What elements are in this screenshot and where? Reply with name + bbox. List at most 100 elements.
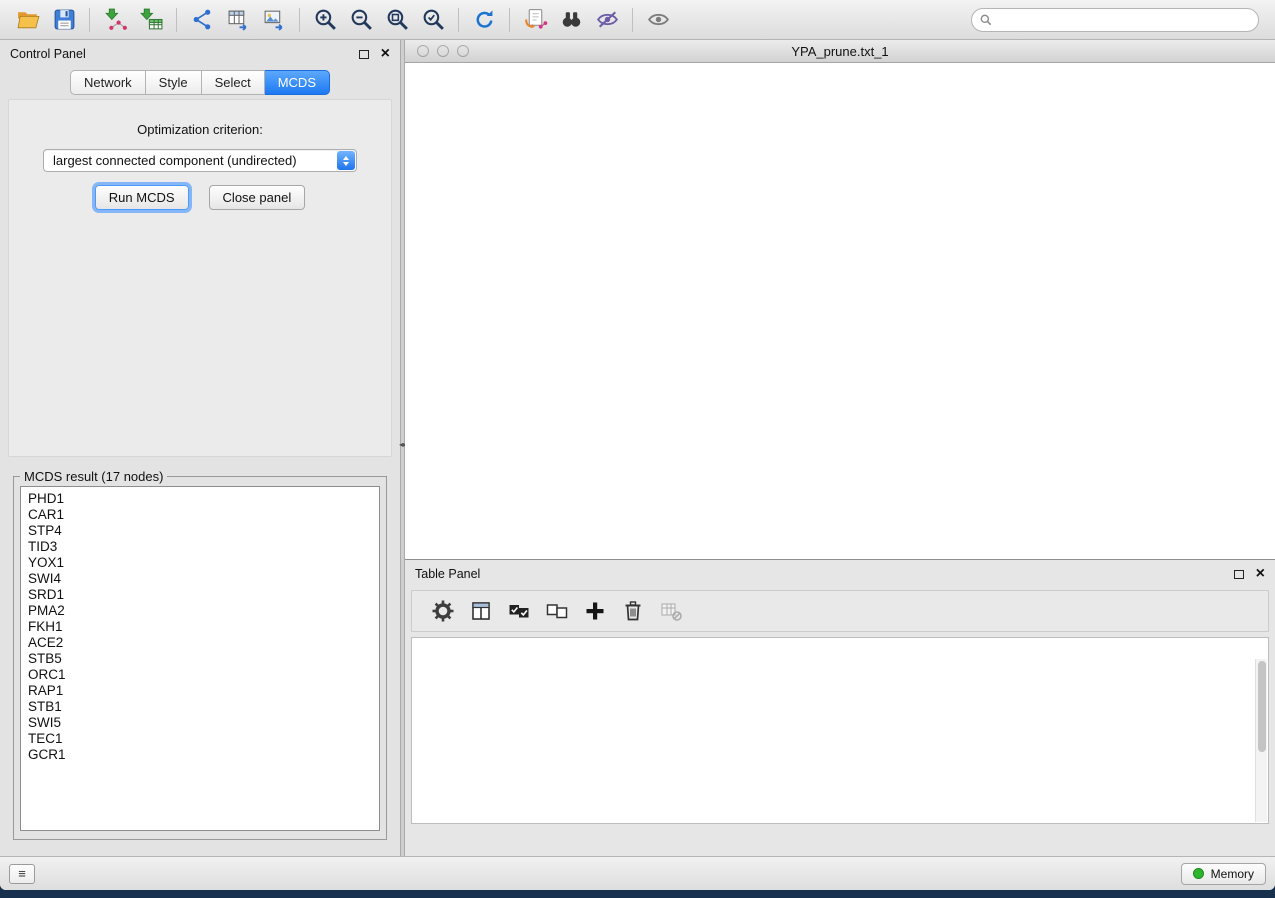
search-all-button[interactable] (553, 4, 589, 36)
export-image-icon (262, 7, 287, 32)
result-node-item[interactable]: GCR1 (28, 747, 379, 763)
show-columns-icon (469, 599, 493, 623)
control-panel-tabs: NetworkStyleSelectMCDS (0, 70, 400, 95)
tab-style[interactable]: Style (146, 70, 202, 95)
delete-entry-button[interactable] (616, 595, 650, 627)
add-entry-button[interactable] (578, 595, 612, 627)
toolbar-separator (299, 8, 300, 32)
float-table-panel-icon[interactable] (1234, 570, 1244, 579)
result-node-item[interactable]: TID3 (28, 539, 379, 555)
result-node-item[interactable]: FKH1 (28, 619, 379, 635)
show-panels-button[interactable]: ≡ (9, 864, 35, 884)
node-table (411, 637, 1269, 824)
mcds-result-list[interactable]: PHD1CAR1STP4TID3YOX1SWI4SRD1PMA2FKH1ACE2… (20, 486, 380, 831)
tab-select[interactable]: Select (202, 70, 265, 95)
tab-network[interactable]: Network (70, 70, 146, 95)
result-node-item[interactable]: YOX1 (28, 555, 379, 571)
main-toolbar (0, 0, 1275, 40)
toolbar-separator (89, 8, 90, 32)
settings-button[interactable] (426, 595, 460, 627)
import-table-button[interactable] (133, 4, 169, 36)
toolbar-separator (509, 8, 510, 32)
select-all-icon (507, 599, 531, 623)
hide-annotations-icon (595, 7, 620, 32)
close-panel-icon[interactable]: × (381, 46, 390, 62)
network-view-window: YPA_prune.txt_1 (405, 40, 1275, 560)
network-window-titlebar[interactable]: YPA_prune.txt_1 (405, 40, 1275, 63)
result-node-item[interactable]: ACE2 (28, 635, 379, 651)
zoom-fit-icon (385, 7, 410, 32)
zoom-selected-button[interactable] (415, 4, 451, 36)
open-file-icon (16, 7, 41, 32)
save-session-button[interactable] (46, 4, 82, 36)
show-eye-button[interactable] (640, 4, 676, 36)
window-controls (405, 45, 469, 57)
hide-annotations-button[interactable] (589, 4, 625, 36)
export-table-button[interactable] (220, 4, 256, 36)
select-all-button[interactable] (502, 595, 536, 627)
main-area: Control Panel × NetworkStyleSelectMCDS O… (0, 40, 1275, 856)
result-node-item[interactable]: SWI5 (28, 715, 379, 731)
table-panel: Table Panel × (405, 560, 1275, 856)
table-scrollbar[interactable] (1255, 659, 1267, 822)
close-panel-button[interactable]: Close panel (209, 185, 306, 210)
zoom-fit-button[interactable] (379, 4, 415, 36)
save-session-icon (52, 7, 77, 32)
search-icon (979, 13, 993, 32)
result-node-item[interactable]: RAP1 (28, 683, 379, 699)
settings-icon (431, 599, 455, 623)
optimization-criterion-select[interactable]: largest connected component (undirected) (43, 149, 357, 172)
share-network-button[interactable] (184, 4, 220, 36)
network-canvas[interactable] (405, 63, 1275, 559)
show-eye-icon (646, 7, 671, 32)
zoom-in-icon (313, 7, 338, 32)
result-node-item[interactable]: SWI4 (28, 571, 379, 587)
memory-label: Memory (1211, 867, 1254, 881)
right-column: YPA_prune.txt_1 Table Panel × (405, 40, 1275, 856)
deselect-all-button[interactable] (540, 595, 574, 627)
memory-status-icon (1193, 868, 1204, 879)
refresh-button[interactable] (466, 4, 502, 36)
memory-button[interactable]: Memory (1181, 863, 1266, 885)
optimization-criterion-label: Optimization criterion: (9, 122, 391, 137)
search-all-icon (559, 7, 584, 32)
table-toolbar (411, 590, 1269, 632)
toolbar-separator (458, 8, 459, 32)
tab-mcds[interactable]: MCDS (265, 70, 330, 95)
result-node-item[interactable]: PMA2 (28, 603, 379, 619)
open-file-button[interactable] (10, 4, 46, 36)
import-network-button[interactable] (97, 4, 133, 36)
maximize-window-icon[interactable] (457, 45, 469, 57)
show-columns-button[interactable] (464, 595, 498, 627)
refresh-icon (472, 7, 497, 32)
result-node-item[interactable]: STB1 (28, 699, 379, 715)
import-table-icon (139, 7, 164, 32)
delete-table-icon (659, 599, 683, 623)
mcds-result-group: MCDS result (17 nodes) PHD1CAR1STP4TID3Y… (13, 469, 387, 840)
result-node-item[interactable]: CAR1 (28, 507, 379, 523)
result-node-item[interactable]: ORC1 (28, 667, 379, 683)
close-window-icon[interactable] (417, 45, 429, 57)
scrollbar-thumb[interactable] (1258, 661, 1266, 752)
result-node-item[interactable]: TEC1 (28, 731, 379, 747)
clone-network-button[interactable] (517, 4, 553, 36)
result-node-item[interactable]: PHD1 (28, 491, 379, 507)
select-stepper-icon (337, 151, 355, 170)
result-node-item[interactable]: STP4 (28, 523, 379, 539)
deselect-all-icon (545, 599, 569, 623)
mcds-result-title: MCDS result (17 nodes) (20, 469, 167, 484)
export-table-icon (226, 7, 251, 32)
float-panel-icon[interactable] (359, 50, 369, 59)
minimize-window-icon[interactable] (437, 45, 449, 57)
result-node-item[interactable]: STB5 (28, 651, 379, 667)
zoom-selected-icon (421, 7, 446, 32)
table-panel-title: Table Panel (415, 567, 480, 581)
export-image-button[interactable] (256, 4, 292, 36)
search-input[interactable] (971, 8, 1259, 32)
zoom-in-button[interactable] (307, 4, 343, 36)
zoom-out-button[interactable] (343, 4, 379, 36)
add-entry-icon (583, 599, 607, 623)
result-node-item[interactable]: SRD1 (28, 587, 379, 603)
close-table-panel-icon[interactable]: × (1256, 566, 1265, 582)
run-mcds-button[interactable]: Run MCDS (95, 185, 189, 210)
